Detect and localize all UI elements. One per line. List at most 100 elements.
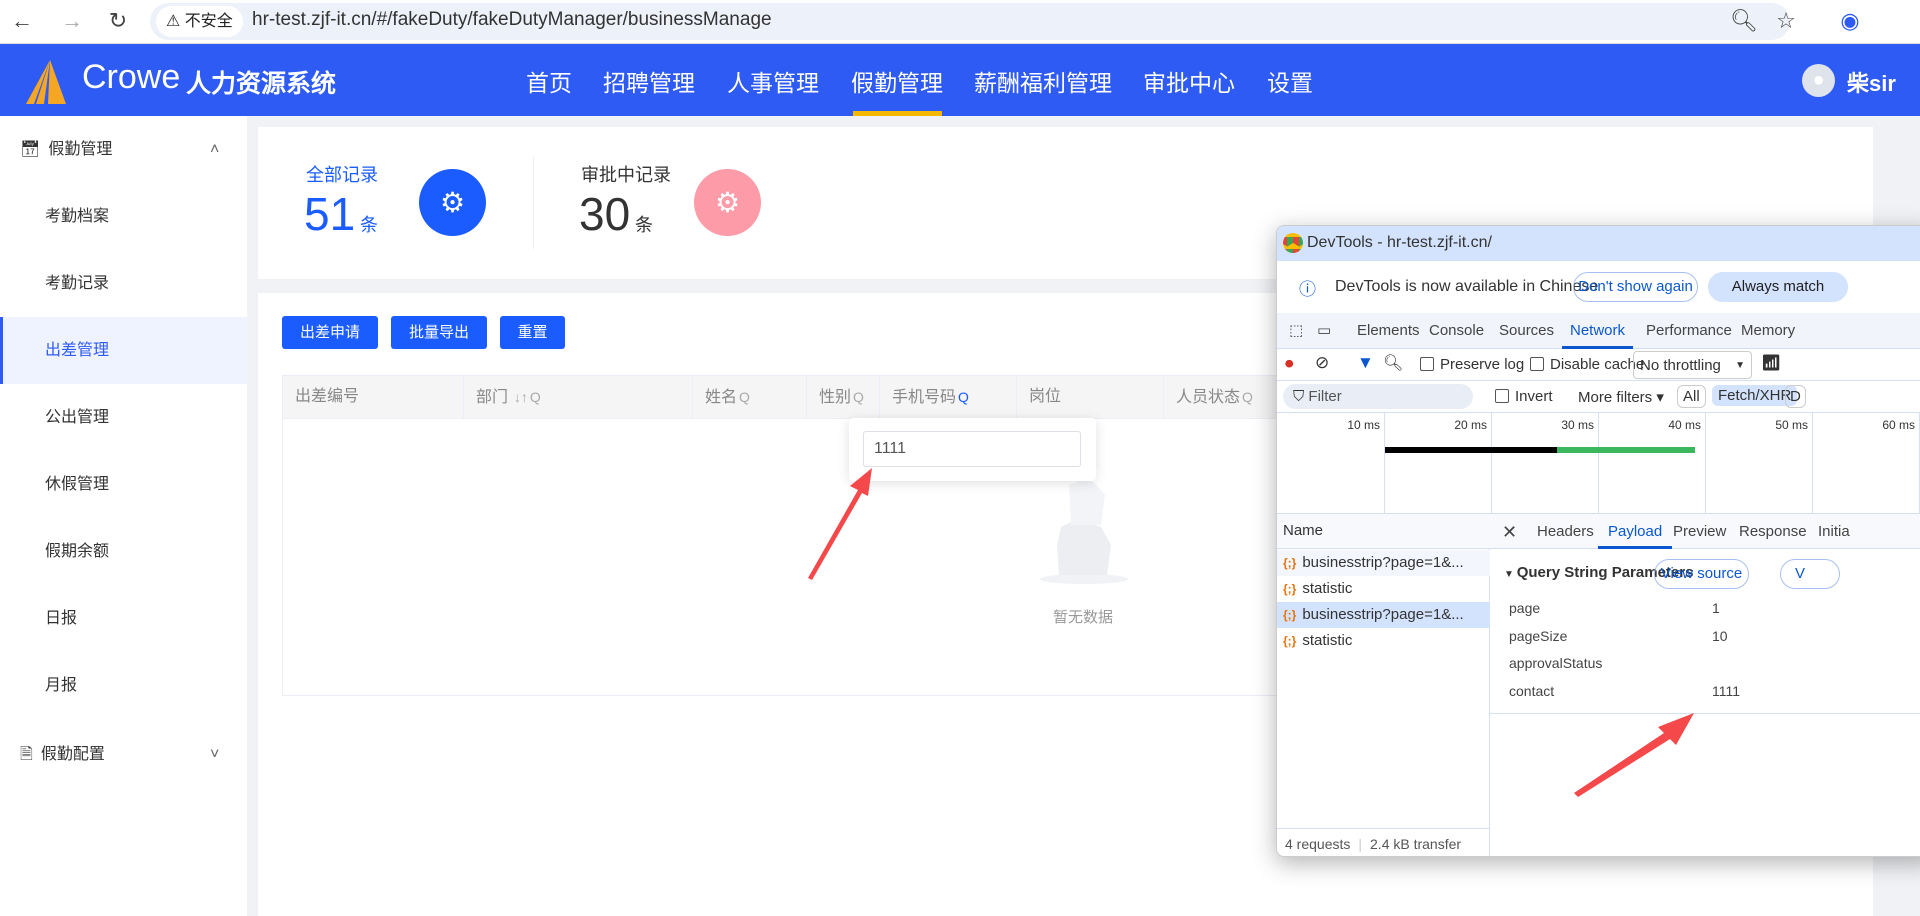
sidebar-group-attendance[interactable]: 📅︎ 假勤管理 ˄ (0, 116, 247, 183)
nav-salary[interactable]: 薪酬福利管理 (974, 64, 1112, 98)
param-value: 10 (1712, 628, 1728, 644)
search-icon[interactable]: Q (1242, 389, 1253, 405)
collapse-triangle-icon: ▼ (1504, 569, 1517, 580)
user-name[interactable]: 柴sir (1847, 66, 1896, 98)
tab-sources[interactable]: Sources (1499, 313, 1554, 349)
tab-response[interactable]: Response (1739, 514, 1807, 550)
view-url-encoded-button[interactable]: V (1780, 559, 1840, 589)
view-source-button[interactable]: View source (1654, 559, 1749, 589)
pending-records-count: 30 (579, 188, 631, 240)
warning-icon: ⚠ (166, 13, 185, 30)
tab-payload[interactable]: Payload (1598, 514, 1673, 549)
sort-icon[interactable]: ↓↑ (510, 389, 528, 405)
inspect-icon[interactable]: ⬚ (1289, 313, 1303, 349)
back-icon[interactable]: ← (8, 8, 36, 34)
chevron-down-icon: ˅ (210, 746, 220, 763)
devtools-window: DevTools - hr-test.zjf-it.cn/ ⓘ DevTools… (1276, 225, 1920, 857)
sidebar-item-business-trip[interactable]: 出差管理 (0, 317, 247, 384)
pending-records-label[interactable]: 审批中记录 (581, 161, 671, 187)
crowe-logo-icon (26, 60, 66, 104)
search-icon[interactable]: Q (853, 389, 864, 405)
sidebar-group-config[interactable]: 🗎 假勤配置 ˅ (0, 721, 247, 788)
table-header: 出差编号 部门 ↓↑ Q 姓名 Q 性别 Q 手机号码 Q 岗位 人员状态 Q (282, 375, 1282, 419)
brand-name: Crowe (82, 58, 181, 96)
tab-initiator[interactable]: Initia (1818, 514, 1850, 550)
tab-headers[interactable]: Headers (1537, 514, 1594, 550)
network-conditions-icon[interactable]: 📶︎ (1761, 353, 1781, 373)
dont-show-again-button[interactable]: Don't show again (1573, 272, 1698, 302)
clear-icon[interactable]: ⊘ (1315, 353, 1329, 373)
reset-button[interactable]: 重置 (500, 316, 565, 349)
throttling-select[interactable]: No throttling ▼ (1633, 351, 1752, 379)
nav-personnel[interactable]: 人事管理 (727, 64, 819, 98)
tab-network[interactable]: Network (1562, 313, 1634, 349)
sidebar-item-archive[interactable]: 考勤档案 (0, 183, 247, 250)
filter-input[interactable]: ⛉ Filter (1283, 384, 1473, 409)
all-records-count: 51 (304, 188, 356, 240)
sidebar-item-daily[interactable]: 日报 (0, 585, 247, 652)
reload-icon[interactable]: ↻ (104, 8, 132, 34)
request-item[interactable]: {;} statistic (1277, 628, 1490, 654)
security-indicator[interactable]: ⚠ 不安全 (156, 6, 243, 37)
close-icon[interactable]: ✕ (1502, 514, 1517, 550)
nav-approval[interactable]: 审批中心 (1143, 64, 1235, 98)
invert-checkbox[interactable]: Invert (1495, 388, 1553, 405)
apply-trip-button[interactable]: 出差申请 (282, 316, 378, 349)
network-timeline[interactable]: 10 ms 20 ms 30 ms 40 ms 50 ms 60 ms (1277, 413, 1920, 514)
timeline-tick-label: 10 ms (1347, 418, 1380, 432)
nav-recruit[interactable]: 招聘管理 (603, 64, 695, 98)
tab-preview[interactable]: Preview (1673, 514, 1726, 550)
device-toolbar-icon[interactable]: ▭ (1317, 313, 1331, 349)
sidebar-item-official-out[interactable]: 公出管理 (0, 384, 247, 451)
search-icon[interactable]: 🔍︎ (1383, 353, 1403, 373)
request-list: Name {;} businesstrip?page=1&... {;} stati… (1277, 514, 1490, 856)
sidebar-item-leave[interactable]: 休假管理 (0, 451, 247, 518)
profile-icon[interactable]: ◉ (1836, 8, 1864, 34)
type-doc-button[interactable]: D (1785, 385, 1806, 408)
all-records-label[interactable]: 全部记录 (306, 161, 378, 187)
empty-text: 暂无数据 (1053, 609, 1114, 626)
record-stop-icon[interactable]: ⏺ (1285, 354, 1294, 374)
type-all-button[interactable]: All (1677, 385, 1706, 408)
zoom-icon[interactable]: 🔍︎ (1730, 8, 1758, 34)
nav-home[interactable]: 首页 (526, 64, 572, 98)
search-icon[interactable]: Q (530, 389, 541, 405)
annotation-arrow-icon (808, 468, 872, 580)
chevron-up-icon: ˄ (210, 141, 220, 158)
param-key: page (1509, 600, 1541, 616)
filter-funnel-icon[interactable]: ▼ (1357, 353, 1374, 373)
avatar[interactable]: ● (1802, 64, 1835, 97)
xhr-icon: {;} (1283, 556, 1297, 570)
tab-console[interactable]: Console (1429, 313, 1484, 349)
always-match-button[interactable]: Always match (1708, 272, 1848, 302)
search-icon[interactable]: Q (739, 389, 750, 405)
disable-cache-checkbox[interactable]: Disable cache (1530, 356, 1644, 373)
tab-memory[interactable]: Memory (1741, 313, 1795, 349)
batch-export-button[interactable]: 批量导出 (391, 316, 487, 349)
nav-attendance[interactable]: 假勤管理 (851, 64, 943, 98)
sidebar-item-records[interactable]: 考勤记录 (0, 250, 247, 317)
tab-elements[interactable]: Elements (1357, 313, 1420, 349)
nav-settings[interactable]: 设置 (1267, 64, 1313, 98)
param-value: 1111 (1712, 683, 1741, 699)
name-column-header[interactable]: Name (1277, 514, 1490, 549)
timeline-download-bar (1557, 447, 1695, 453)
request-item[interactable]: {;} businesstrip?page=1&... (1277, 550, 1490, 576)
forward-icon[interactable]: → (58, 8, 86, 34)
timeline-gridline (1705, 413, 1706, 513)
sidebar-item-monthly[interactable]: 月报 (0, 652, 247, 719)
preserve-log-checkbox[interactable]: Preserve log (1420, 356, 1524, 373)
tab-performance[interactable]: Performance (1646, 313, 1732, 349)
col-phone: 手机号码 Q (880, 376, 1017, 418)
search-icon-active[interactable]: Q (958, 389, 969, 405)
request-item[interactable]: {;} statistic (1277, 576, 1490, 602)
more-filters-dropdown[interactable]: More filters ▾ (1578, 388, 1664, 406)
phone-filter-input[interactable] (863, 431, 1081, 467)
timeline-gridline (1598, 413, 1599, 513)
request-item-selected[interactable]: {;} businesstrip?page=1&... (1277, 602, 1490, 628)
timeline-gridline (1384, 413, 1385, 513)
sidebar-item-balance[interactable]: 假期余额 (0, 518, 247, 585)
url-text[interactable]: hr-test.zjf-it.cn/#/fakeDuty/fakeDutyMan… (252, 9, 772, 31)
devtools-titlebar: DevTools - hr-test.zjf-it.cn/ (1277, 226, 1920, 261)
bookmark-star-icon[interactable]: ☆ (1772, 8, 1800, 34)
